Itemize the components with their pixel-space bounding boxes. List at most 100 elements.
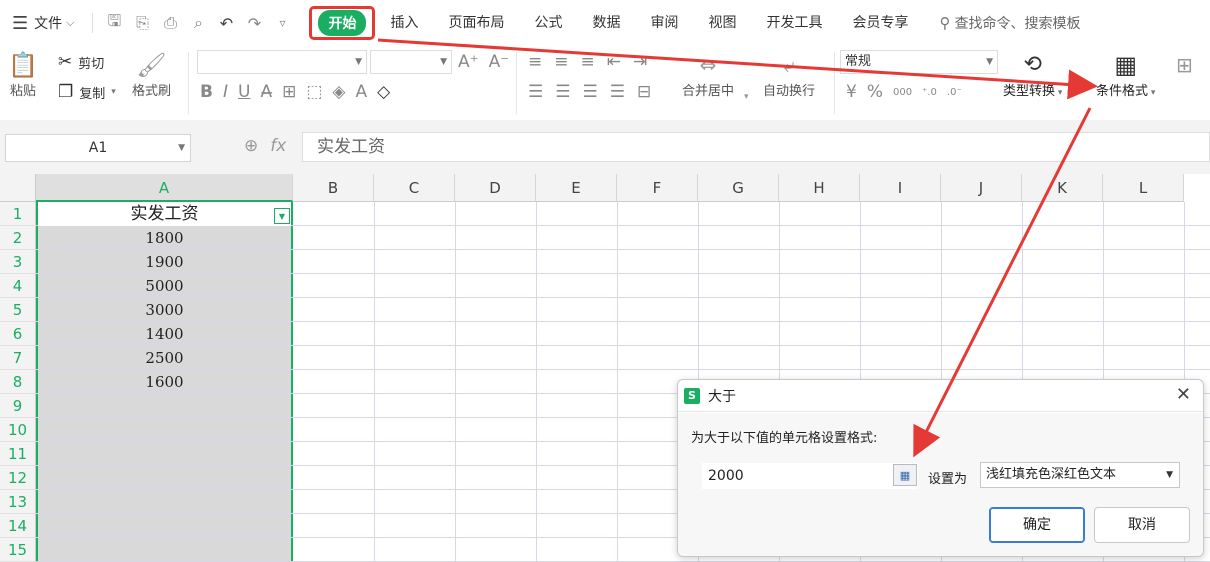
strikethrough-icon[interactable]: A̶ xyxy=(260,82,272,102)
wrap-text-button[interactable]: ⤶ 自动换行 xyxy=(763,50,815,99)
fx-icon[interactable]: fx xyxy=(270,136,286,156)
italic-icon[interactable]: I xyxy=(223,82,228,102)
cut-button[interactable]: ✂ 剪切 xyxy=(58,52,104,72)
underline-icon[interactable]: U xyxy=(238,82,250,102)
row-header-14[interactable]: 14 xyxy=(0,514,36,538)
row-header-2[interactable]: 2 xyxy=(0,226,36,250)
column-header-f[interactable]: F xyxy=(617,174,698,202)
row-header-4[interactable]: 4 xyxy=(0,274,36,298)
tab-data[interactable]: 数据 xyxy=(577,0,635,46)
tab-review[interactable]: 审阅 xyxy=(635,0,693,46)
column-header-c[interactable]: C xyxy=(374,174,455,202)
table-cell[interactable]: 1900 xyxy=(38,250,291,274)
column-header-e[interactable]: E xyxy=(536,174,617,202)
number-format-select[interactable]: 常规 ▼ xyxy=(840,50,998,74)
table-cell[interactable]: 1600 xyxy=(38,370,291,394)
copy-button[interactable]: ❐ 复制 ▾ xyxy=(58,82,116,102)
eraser-icon[interactable]: ◇ xyxy=(377,82,390,102)
row-header-5[interactable]: 5 xyxy=(0,298,36,322)
name-box[interactable]: A1 ▼ xyxy=(5,134,191,162)
currency-icon[interactable]: ¥ xyxy=(846,82,857,102)
column-header-j[interactable]: J xyxy=(941,174,1022,202)
table-cell[interactable]: 1400 xyxy=(38,322,291,346)
cancel-button[interactable]: 取消 xyxy=(1094,507,1190,543)
redo-icon[interactable]: ↷ xyxy=(243,12,265,34)
table-cell[interactable]: 2500 xyxy=(38,346,291,370)
column-header-l[interactable]: L xyxy=(1103,174,1184,202)
type-convert-button[interactable]: ⟲ 类型转换 ▾ xyxy=(1003,50,1062,99)
row-header-9[interactable]: 9 xyxy=(0,394,36,418)
distributed-icon[interactable]: ⊟ xyxy=(637,82,651,102)
tab-home[interactable]: 开始 xyxy=(318,10,367,36)
ok-button[interactable]: 确定 xyxy=(989,507,1085,543)
row-header-11[interactable]: 11 xyxy=(0,442,36,466)
zoom-icon[interactable]: ⊕ xyxy=(244,136,258,156)
row-header-1[interactable]: 1 xyxy=(0,202,36,226)
indent-increase-icon[interactable]: ⇥ xyxy=(633,52,647,72)
row-header-6[interactable]: 6 xyxy=(0,322,36,346)
row-header-13[interactable]: 13 xyxy=(0,490,36,514)
column-header-a[interactable]: A xyxy=(36,174,293,202)
row-header-15[interactable]: 15 xyxy=(0,538,36,562)
dialog-titlebar[interactable]: S 大于 ✕ xyxy=(678,380,1203,412)
align-center-icon[interactable]: ☰ xyxy=(555,82,570,102)
print-icon[interactable]: ⎙ xyxy=(159,12,181,34)
border-icon[interactable]: ⊞ xyxy=(282,82,296,102)
print-preview-icon[interactable]: ⌕ xyxy=(187,12,209,34)
export-pdf-icon[interactable]: ⎘ xyxy=(131,12,153,34)
customize-toolbar-icon[interactable]: ▿ xyxy=(271,12,293,34)
threshold-input[interactable]: 2000 xyxy=(702,463,918,489)
cell-style-icon[interactable]: ⬚ xyxy=(306,82,322,102)
decrease-decimal-icon[interactable]: .0⁻ xyxy=(947,87,962,98)
file-menu[interactable]: ☰ 文件 ⌵ xyxy=(0,0,74,46)
paste-button[interactable]: 📋 粘贴 xyxy=(8,50,38,99)
column-header-g[interactable]: G xyxy=(698,174,779,202)
percent-icon[interactable]: % xyxy=(867,82,883,102)
row-header-7[interactable]: 7 xyxy=(0,346,36,370)
tab-formulas[interactable]: 公式 xyxy=(519,0,577,46)
decrease-font-icon[interactable]: A⁻ xyxy=(489,52,510,72)
font-family-select[interactable]: ▼ xyxy=(197,50,367,74)
increase-decimal-icon[interactable]: ⁺.0 xyxy=(922,87,937,98)
merge-center-button[interactable]: ⇔ 合并居中 xyxy=(682,50,734,99)
range-select-icon[interactable]: ▦ xyxy=(893,464,917,486)
row-header-8[interactable]: 8 xyxy=(0,370,36,394)
font-size-select[interactable]: ▼ xyxy=(370,50,452,74)
conditional-format-button[interactable]: ▦ 条件格式 ▾ xyxy=(1096,50,1155,99)
filter-dropdown-icon[interactable]: ▼ xyxy=(274,208,290,224)
cell-a1-header[interactable]: 实发工资 xyxy=(38,202,291,226)
column-header-d[interactable]: D xyxy=(455,174,536,202)
tab-insert[interactable]: 插入 xyxy=(375,0,433,46)
row-header-12[interactable]: 12 xyxy=(0,466,36,490)
select-all-corner[interactable] xyxy=(0,174,36,202)
increase-font-icon[interactable]: A⁺ xyxy=(458,52,479,72)
command-search[interactable]: ⚲ 查找命令、搜索模板 xyxy=(939,13,1080,33)
formula-input[interactable]: 实发工资 xyxy=(302,132,1210,162)
align-right-icon[interactable]: ☰ xyxy=(583,82,598,102)
column-header-h[interactable]: H xyxy=(779,174,860,202)
tab-developer[interactable]: 开发工具 xyxy=(751,0,837,46)
undo-icon[interactable]: ↶ xyxy=(215,12,237,34)
align-middle-icon[interactable]: ≡ xyxy=(554,52,568,72)
close-icon[interactable]: ✕ xyxy=(1176,384,1191,405)
align-top-icon[interactable]: ≡ xyxy=(528,52,542,72)
bold-icon[interactable]: B xyxy=(200,82,213,102)
format-painter-button[interactable]: 🖌 格式刷 xyxy=(132,50,171,99)
justify-icon[interactable]: ☰ xyxy=(610,82,625,102)
table-style-button[interactable]: ⊞ xyxy=(1176,50,1193,80)
column-header-b[interactable]: B xyxy=(293,174,374,202)
align-left-icon[interactable]: ☰ xyxy=(528,82,543,102)
indent-decrease-icon[interactable]: ⇤ xyxy=(607,52,621,72)
table-cell[interactable]: 3000 xyxy=(38,298,291,322)
tab-member[interactable]: 会员专享 xyxy=(837,0,923,46)
row-header-3[interactable]: 3 xyxy=(0,250,36,274)
table-cell[interactable]: 1800 xyxy=(38,226,291,250)
table-cell[interactable]: 5000 xyxy=(38,274,291,298)
row-header-10[interactable]: 10 xyxy=(0,418,36,442)
thousands-icon[interactable]: 000 xyxy=(893,87,912,98)
align-bottom-icon[interactable]: ≡ xyxy=(581,52,595,72)
column-header-k[interactable]: K xyxy=(1022,174,1103,202)
font-color-icon[interactable]: A xyxy=(355,82,367,102)
format-style-select[interactable]: 浅红填充色深红色文本 ▼ xyxy=(980,462,1180,488)
save-icon[interactable]: 🖫 xyxy=(103,11,125,34)
